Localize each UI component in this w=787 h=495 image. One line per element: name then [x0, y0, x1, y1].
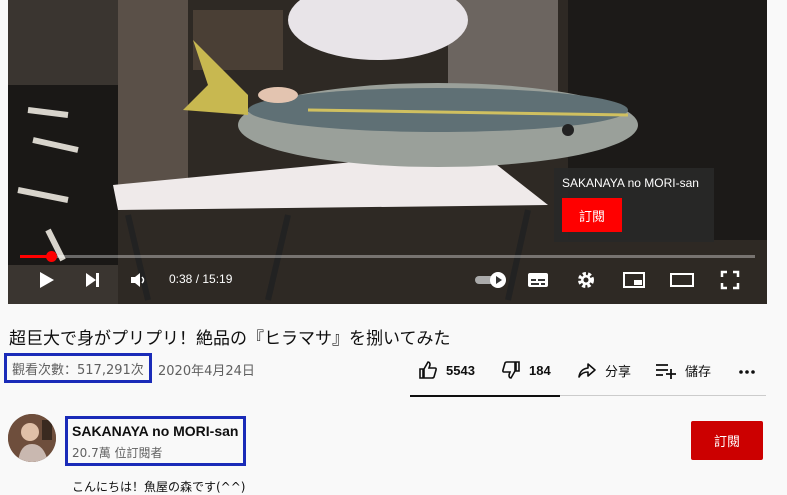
upload-date: 2020年4月24日	[158, 364, 255, 379]
subtitles-icon[interactable]	[524, 266, 552, 294]
endscreen-channel-name: SAKANAYA no MORI-san	[562, 176, 699, 190]
share-label: 分享	[605, 363, 632, 379]
view-count: 觀看次數：517,291次	[4, 353, 152, 383]
progress-bar[interactable]	[20, 251, 755, 262]
sentiment-bar	[410, 395, 560, 397]
divider-line	[560, 395, 766, 396]
autoplay-toggle-icon[interactable]	[474, 266, 508, 294]
video-title: 超巨大で身がプリプリ！絶品の『ヒラマサ』を捌いてみた	[9, 329, 451, 349]
subscriber-count: 20.7萬 位訂閱者	[72, 446, 163, 460]
thumbs-down-icon	[502, 361, 520, 379]
thumbs-up-icon	[419, 361, 437, 379]
miniplayer-icon[interactable]	[620, 266, 648, 294]
settings-gear-icon[interactable]	[572, 266, 600, 294]
more-actions-button[interactable]	[738, 358, 756, 378]
play-icon[interactable]	[32, 266, 60, 294]
description-text: こんにちは！魚屋の森です(^^)	[72, 480, 246, 494]
dislike-count: 184	[529, 362, 551, 378]
next-icon[interactable]	[78, 266, 106, 294]
channel-avatar[interactable]	[8, 414, 56, 462]
like-button[interactable]: 5543	[418, 360, 475, 380]
channel-info-highlight: SAKANAYA no MORI-san 20.7萬 位訂閱者	[65, 416, 246, 466]
player-controls: 0:38 / 15:19	[8, 262, 767, 298]
fullscreen-icon[interactable]	[716, 266, 744, 294]
add-to-playlist-icon	[656, 364, 676, 379]
share-arrow-icon	[578, 363, 596, 378]
like-count: 5543	[446, 362, 475, 378]
volume-icon[interactable]	[124, 266, 152, 294]
save-label: 儲存	[685, 363, 712, 379]
save-button[interactable]: 儲存	[655, 360, 711, 380]
scrubber-handle[interactable]	[45, 251, 57, 262]
subscribe-button[interactable]: 訂閱	[691, 421, 763, 460]
video-frame	[8, 0, 767, 304]
dislike-button[interactable]: 184	[501, 360, 551, 380]
endscreen-subscribe-button[interactable]: 訂閱	[562, 198, 622, 232]
share-button[interactable]: 分享	[577, 360, 631, 380]
endscreen-subscribe-card[interactable]: SAKANAYA no MORI-san 訂閱	[554, 168, 714, 242]
video-player[interactable]: SAKANAYA no MORI-san 訂閱 0:38 / 15:19	[8, 0, 767, 304]
theater-mode-icon[interactable]	[668, 266, 696, 294]
channel-name[interactable]: SAKANAYA no MORI-san	[72, 423, 238, 439]
time-display: 0:38 / 15:19	[169, 272, 233, 286]
more-horizontal-icon	[739, 370, 755, 374]
